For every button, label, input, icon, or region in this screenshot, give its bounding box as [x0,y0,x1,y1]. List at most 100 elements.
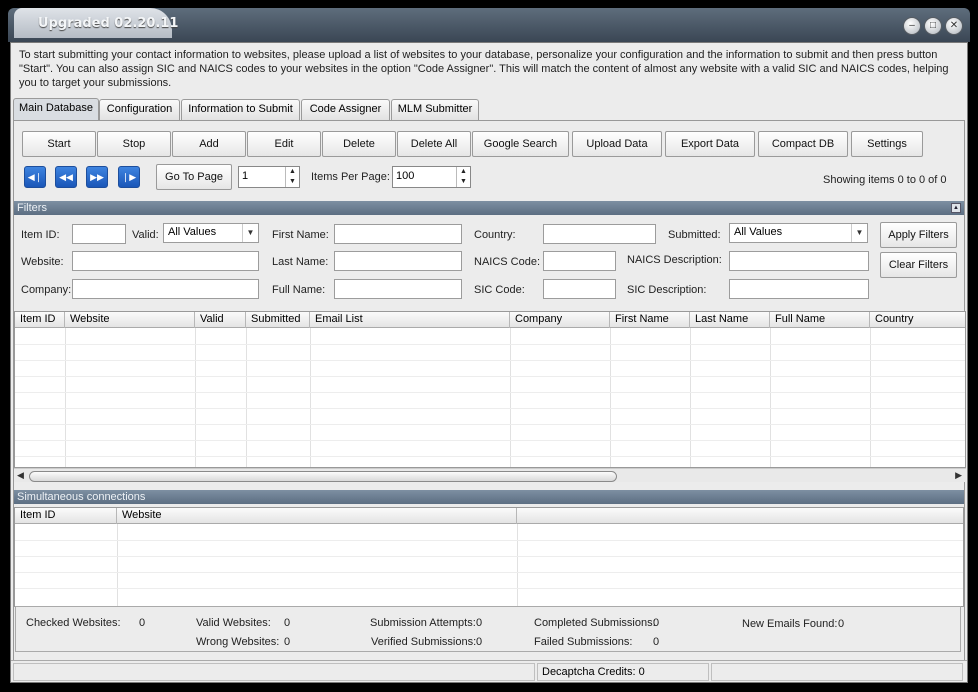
google-search-button[interactable]: Google Search [472,131,569,157]
start-button[interactable]: Start [22,131,96,157]
column-divider [690,328,691,467]
scrollbar-thumb[interactable] [29,471,617,482]
naics-description-field[interactable] [729,251,869,271]
horizontal-scrollbar[interactable]: ◀ ▶ [14,468,966,482]
column-header-company[interactable]: Company [510,312,610,328]
last-name-label: Last Name: [272,256,329,268]
stepper-arrows-icon[interactable]: ▲ ▼ [285,167,299,187]
first-page-icon[interactable]: ◀❘ [24,166,46,188]
scroll-left-icon[interactable]: ◀ [17,470,24,481]
submitted-select[interactable]: All Values ▼ [729,223,868,243]
export-data-button[interactable]: Export Data [665,131,755,157]
sic-code-label: SIC Code: [474,284,525,296]
add-button[interactable]: Add [172,131,246,157]
window-title: Upgraded 02.20.11 [38,16,179,31]
table-header: Item ID Website [15,508,963,524]
statistics-panel: Checked Websites: 0 Valid Websites: 0 Wr… [15,606,961,652]
last-page-icon[interactable]: ❘▶ [118,166,140,188]
previous-page-icon[interactable]: ◀◀ [55,166,77,188]
naics-code-field[interactable] [543,251,616,271]
page-number-stepper[interactable]: 1 ▲ ▼ [238,166,300,188]
column-header-last-name[interactable]: Last Name [690,312,770,328]
first-name-field[interactable] [334,224,462,244]
stop-button[interactable]: Stop [97,131,171,157]
website-label: Website: [21,256,64,268]
delete-button[interactable]: Delete [322,131,396,157]
items-per-page-value: 100 [396,170,415,182]
column-header-item-id[interactable]: Item ID [15,508,117,524]
client-area: To start submitting your contact informa… [10,42,968,683]
last-name-field[interactable] [334,251,462,271]
items-per-page-stepper[interactable]: 100 ▲ ▼ [392,166,471,188]
table-row [15,440,965,441]
column-header-first-name[interactable]: First Name [610,312,690,328]
collapse-icon[interactable]: ▲ [951,203,961,213]
edit-button[interactable]: Edit [247,131,321,157]
column-header-website[interactable]: Website [65,312,195,328]
tab-information-to-submit[interactable]: Information to Submit [181,99,300,120]
valid-websites-value: 0 [284,617,291,629]
column-header-email-list[interactable]: Email List [310,312,510,328]
full-name-field[interactable] [334,279,462,299]
showing-items-text: Showing items 0 to 0 of 0 [823,174,947,186]
tab-configuration[interactable]: Configuration [99,99,180,120]
valid-select[interactable]: All Values ▼ [163,223,259,243]
page-number-value: 1 [242,170,249,182]
website-field[interactable] [72,251,259,271]
chevron-down-icon[interactable]: ▼ [851,224,867,242]
clear-filters-button[interactable]: Clear Filters [880,252,957,278]
settings-button[interactable]: Settings [851,131,923,157]
column-header-country[interactable]: Country [870,312,965,328]
chevron-down-icon[interactable]: ▼ [242,224,258,242]
status-cell-empty [13,663,535,681]
scroll-right-icon[interactable]: ▶ [955,470,962,481]
completed-submissions-value: 0 [653,617,660,629]
first-name-label: First Name: [272,229,329,241]
column-divider [65,328,66,467]
sic-description-label: SIC Description: [627,284,707,296]
stepper-arrows-icon[interactable]: ▲ ▼ [456,167,470,187]
delete-all-button[interactable]: Delete All [397,131,471,157]
naics-description-label: NAICS Description: [627,254,722,266]
filters-title: Filters [17,202,47,214]
column-header-full-name[interactable]: Full Name [770,312,870,328]
close-button[interactable]: ✕ [945,17,963,35]
websites-table[interactable]: Item ID Website Valid Submitted Email Li… [14,311,966,468]
column-header-item-id[interactable]: Item ID [15,312,65,328]
naics-code-label: NAICS Code: [474,256,541,268]
next-page-icon[interactable]: ▶▶ [86,166,108,188]
valid-select-value: All Values [168,226,217,238]
table-row [15,424,965,425]
minimize-button[interactable]: – [903,17,921,35]
company-field[interactable] [72,279,259,299]
checked-websites-value: 0 [139,617,146,629]
column-divider [195,328,196,467]
table-row [15,556,963,557]
column-header-submitted[interactable]: Submitted [246,312,310,328]
upload-data-button[interactable]: Upload Data [572,131,662,157]
sic-description-field[interactable] [729,279,869,299]
maximize-button[interactable]: □ [924,17,942,35]
country-field[interactable] [543,224,656,244]
verified-submissions-value: 0 [476,636,483,648]
tab-mlm-submitter[interactable]: MLM Submitter [391,99,479,120]
checked-websites-label: Checked Websites: [26,617,121,629]
submission-attempts-value: 0 [476,617,483,629]
status-bar: Decaptcha Credits: 0 [11,660,967,682]
apply-filters-button[interactable]: Apply Filters [880,222,957,248]
tab-code-assigner[interactable]: Code Assigner [301,99,390,120]
column-header-website[interactable]: Website [117,508,517,524]
table-row [15,456,965,457]
item-id-field[interactable] [72,224,126,244]
go-to-page-button[interactable]: Go To Page [156,164,232,190]
table-row [15,588,963,589]
column-header-valid[interactable]: Valid [195,312,246,328]
table-row [15,408,965,409]
column-divider [610,328,611,467]
full-name-label: Full Name: [272,284,326,296]
connections-table[interactable]: Item ID Website [14,507,964,607]
sic-code-field[interactable] [543,279,616,299]
status-cell-empty [711,663,963,681]
tab-main-database[interactable]: Main Database [13,98,99,121]
compact-db-button[interactable]: Compact DB [758,131,848,157]
